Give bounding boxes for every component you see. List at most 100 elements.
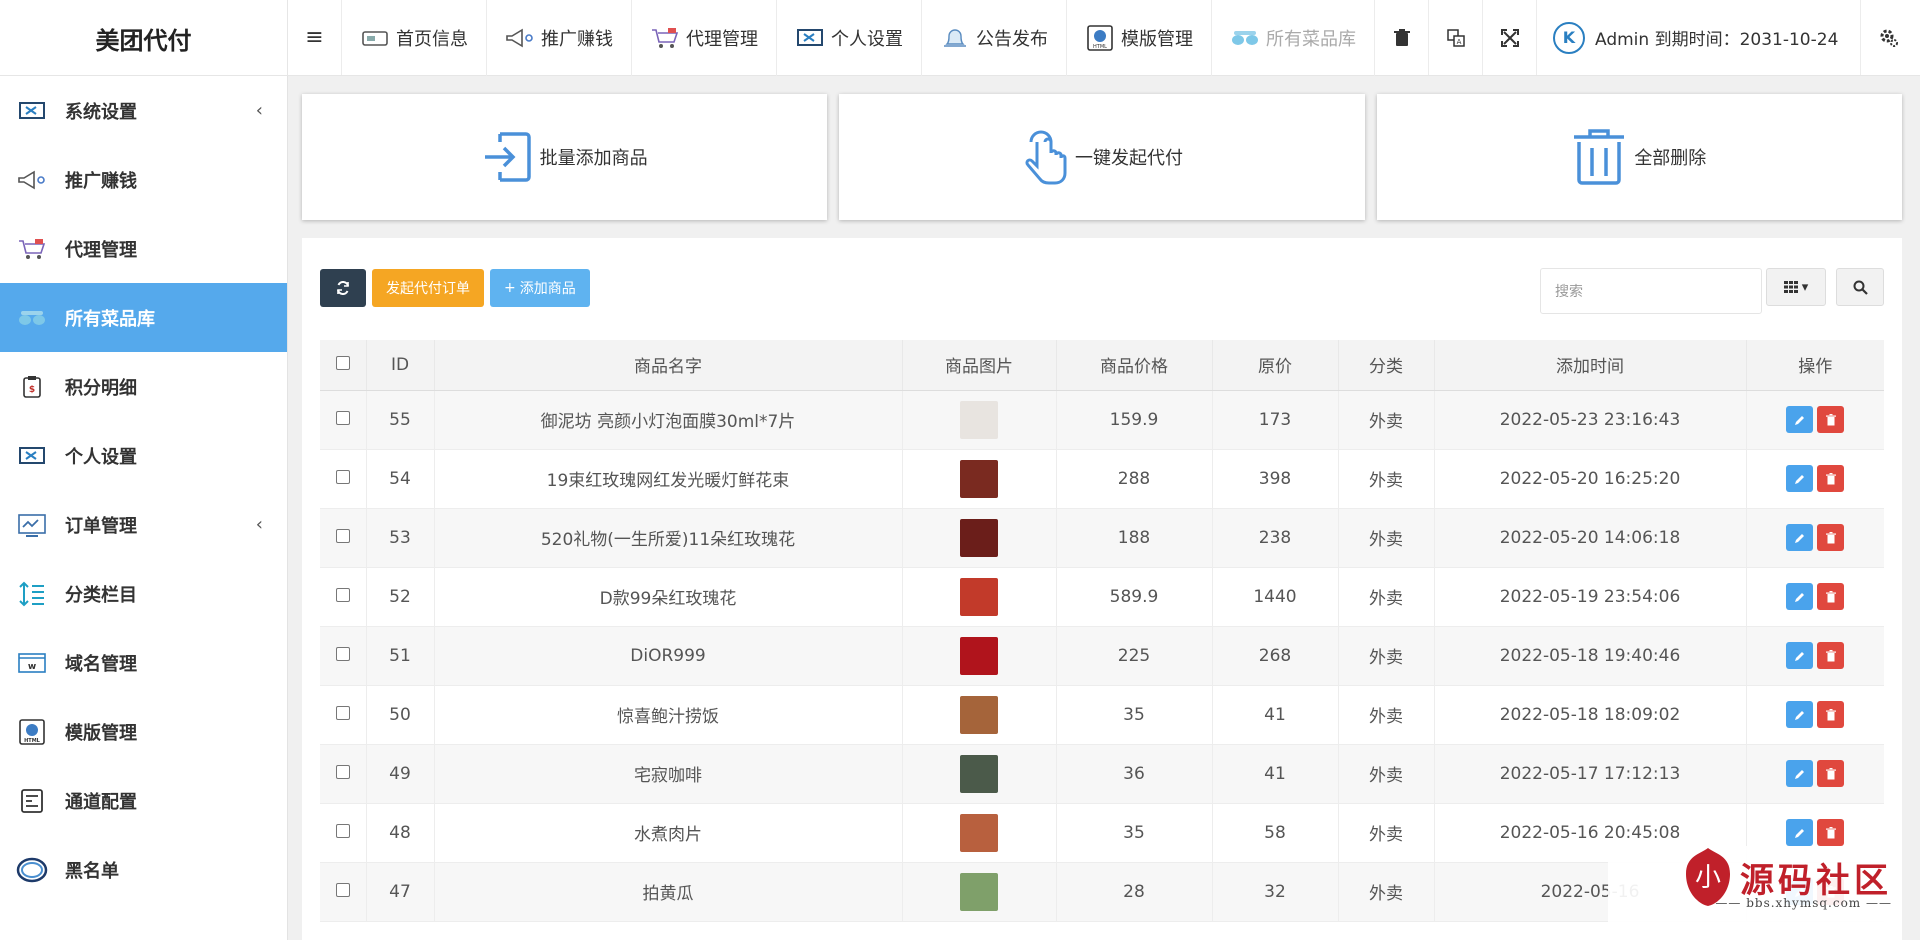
topnav-item-4[interactable]: 公告发布 xyxy=(922,0,1067,76)
col-name[interactable]: 商品名字 xyxy=(434,340,903,391)
edit-button[interactable] xyxy=(1786,406,1814,433)
sidebar-item-2[interactable]: 代理管理 xyxy=(0,214,287,283)
col-category[interactable]: 分类 xyxy=(1338,340,1435,391)
row-checkbox[interactable] xyxy=(335,705,350,720)
delete-button[interactable] xyxy=(1817,642,1845,669)
row-checkbox[interactable] xyxy=(335,587,350,602)
cell-image xyxy=(902,449,1057,509)
domain-icon: w xyxy=(16,650,48,676)
delete-button[interactable] xyxy=(1817,524,1845,551)
row-select-cell[interactable] xyxy=(320,567,367,627)
product-thumbnail[interactable] xyxy=(960,636,998,675)
edit-button[interactable] xyxy=(1786,760,1814,787)
col-add-time[interactable]: 添加时间 xyxy=(1434,340,1747,391)
col-orig-price[interactable]: 原价 xyxy=(1212,340,1339,391)
launch-pay-order-button[interactable]: 发起代付订单 xyxy=(372,269,484,307)
row-select-cell[interactable] xyxy=(320,685,367,745)
sidebar-item-4[interactable]: $ 积分明细 xyxy=(0,352,287,421)
sidebar-item-0[interactable]: 系统设置 ‹ xyxy=(0,76,287,145)
product-thumbnail[interactable] xyxy=(960,695,998,734)
delete-button[interactable] xyxy=(1817,583,1845,610)
delete-all-card[interactable]: 全部删除 xyxy=(1376,94,1902,220)
product-thumbnail[interactable] xyxy=(960,813,998,852)
product-thumbnail[interactable] xyxy=(960,577,998,616)
batch-add-card[interactable]: 批量添加商品 xyxy=(302,94,828,220)
cell-name: 惊喜鲍汁捞饭 xyxy=(434,685,903,745)
topnav-item-2[interactable]: 代理管理 xyxy=(632,0,777,76)
cell-add-time: 2022-05-20 16:25:20 xyxy=(1434,449,1747,509)
gear-icon[interactable] xyxy=(1861,0,1917,75)
delete-button[interactable] xyxy=(1817,760,1845,787)
col-image[interactable]: 商品图片 xyxy=(902,340,1057,391)
menu-toggle-icon[interactable]: ≡ xyxy=(288,0,342,75)
row-checkbox[interactable] xyxy=(335,823,350,838)
delete-button[interactable] xyxy=(1817,819,1845,846)
delete-button[interactable] xyxy=(1817,701,1845,728)
col-id[interactable]: ID xyxy=(366,340,435,391)
sidebar-item-8[interactable]: w 域名管理 xyxy=(0,628,287,697)
edit-button[interactable] xyxy=(1786,819,1814,846)
edit-button[interactable] xyxy=(1786,701,1814,728)
select-all-checkbox[interactable] xyxy=(335,355,350,370)
sidebar-item-3[interactable]: 所有菜品库 xyxy=(0,283,287,352)
row-select-cell[interactable] xyxy=(320,390,367,450)
trash-icon[interactable] xyxy=(1375,0,1429,75)
topnav-item-3[interactable]: 个人设置 xyxy=(777,0,922,76)
product-thumbnail[interactable] xyxy=(960,754,998,793)
product-thumbnail[interactable] xyxy=(960,518,998,557)
edit-button[interactable] xyxy=(1786,465,1814,492)
category-list-icon xyxy=(16,581,48,607)
edit-button[interactable] xyxy=(1786,583,1814,610)
row-select-cell[interactable] xyxy=(320,744,367,804)
row-select-cell[interactable] xyxy=(320,803,367,863)
sidebar-item-6[interactable]: 订单管理 ‹ xyxy=(0,490,287,559)
plus-icon: + xyxy=(504,280,516,296)
sidebar-item-11[interactable]: 黑名单 xyxy=(0,835,287,904)
product-thumbnail[interactable] xyxy=(960,459,998,498)
row-checkbox[interactable] xyxy=(335,882,350,897)
row-select-cell[interactable] xyxy=(320,626,367,686)
sidebar-item-1[interactable]: 推广赚钱 xyxy=(0,145,287,214)
cell-category: 外卖 xyxy=(1338,744,1435,804)
cell-orig-price: 398 xyxy=(1212,449,1339,509)
row-select-cell[interactable] xyxy=(320,508,367,568)
col-price[interactable]: 商品价格 xyxy=(1056,340,1213,391)
delete-button[interactable] xyxy=(1817,406,1845,433)
refresh-button[interactable] xyxy=(320,269,366,307)
trash-icon xyxy=(1825,590,1836,602)
select-all-cell[interactable] xyxy=(320,340,367,391)
one-click-pay-card[interactable]: 一键发起代付 xyxy=(839,94,1365,220)
admin-account[interactable]: K Admin 到期时间：2031-10-24 xyxy=(1537,0,1862,75)
search-input[interactable]: 搜索 xyxy=(1540,268,1762,314)
topnav-item-0[interactable]: 首页信息 xyxy=(342,0,487,76)
topnav-item-1[interactable]: 推广赚钱 xyxy=(487,0,632,76)
cell-add-time: 2022-05-20 14:06:18 xyxy=(1434,508,1747,568)
pencil-icon xyxy=(1794,769,1804,779)
fullscreen-icon[interactable] xyxy=(1483,0,1537,75)
row-select-cell[interactable] xyxy=(320,862,367,922)
add-product-button[interactable]: + 添加商品 xyxy=(490,269,590,307)
edit-button[interactable] xyxy=(1786,524,1814,551)
sidebar-item-9[interactable]: HTML 模版管理 xyxy=(0,697,287,766)
topnav-item-5[interactable]: HTML 模版管理 xyxy=(1067,0,1212,76)
product-thumbnail[interactable] xyxy=(960,872,998,911)
brand-logo-text[interactable]: 美团代付 xyxy=(0,0,288,76)
sidebar-item-5[interactable]: 个人设置 xyxy=(0,421,287,490)
sidebar-item-10[interactable]: 通道配置 xyxy=(0,766,287,835)
topnav-item-6[interactable]: 所有菜品库 xyxy=(1212,0,1375,76)
row-select-cell[interactable] xyxy=(320,449,367,509)
translate-icon[interactable]: A xyxy=(1429,0,1483,75)
points-icon: $ xyxy=(16,374,48,400)
row-checkbox[interactable] xyxy=(335,469,350,484)
row-checkbox[interactable] xyxy=(335,764,350,779)
product-thumbnail[interactable] xyxy=(960,400,998,439)
row-checkbox[interactable] xyxy=(335,646,350,661)
row-checkbox[interactable] xyxy=(335,410,350,425)
search-button[interactable] xyxy=(1836,268,1884,306)
column-toggle-button[interactable]: ▾ xyxy=(1766,268,1826,306)
row-checkbox[interactable] xyxy=(335,528,350,543)
cell-image xyxy=(902,626,1057,686)
sidebar-item-7[interactable]: 分类栏目 xyxy=(0,559,287,628)
delete-button[interactable] xyxy=(1817,465,1845,492)
edit-button[interactable] xyxy=(1786,642,1814,669)
